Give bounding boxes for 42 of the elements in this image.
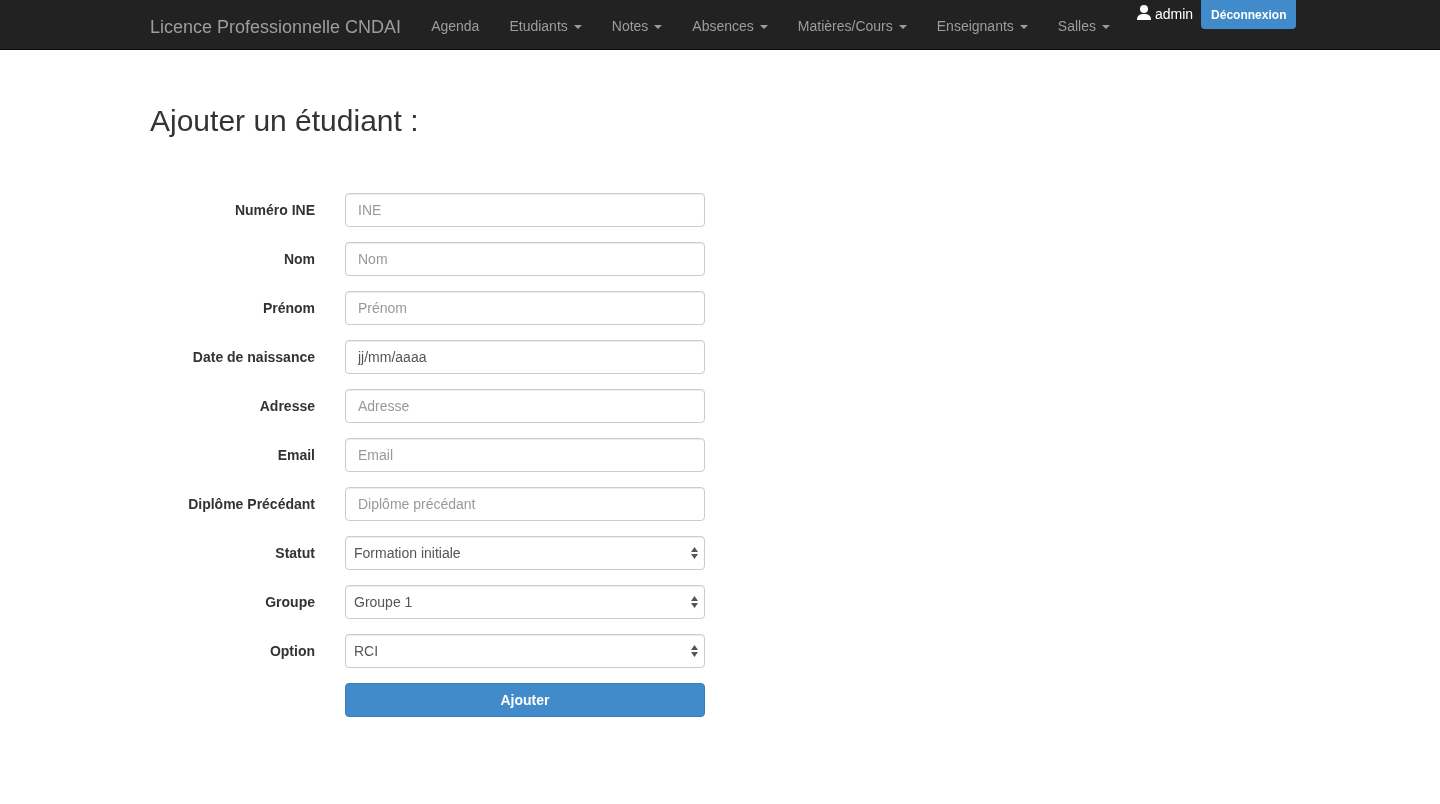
- user-icon: [1136, 5, 1151, 20]
- nav-menu-item[interactable]: Salles: [1042, 16, 1125, 37]
- field-label: Option: [268, 641, 315, 661]
- select-field[interactable]: Groupe 1: [345, 585, 705, 619]
- nav-menu-item[interactable]: Etudiants: [494, 16, 597, 37]
- field-label: Adresse: [258, 396, 315, 416]
- brand-title[interactable]: Licence Professionnelle CNDAI: [150, 14, 402, 41]
- caret-icon: [898, 24, 907, 29]
- select-field[interactable]: Formation initiale: [345, 536, 705, 570]
- nav-menu-item[interactable]: Agenda: [416, 16, 495, 37]
- input-field[interactable]: Prénom: [345, 291, 705, 325]
- field-label: Email: [276, 445, 315, 465]
- caret-icon: [654, 24, 663, 29]
- field-label: Nom: [282, 249, 315, 269]
- add-button[interactable]: Ajouter: [345, 683, 705, 717]
- nav-menu-item[interactable]: Absences: [677, 16, 783, 37]
- field-label: Groupe: [264, 592, 315, 612]
- field-label: Diplôme Précédant: [187, 494, 315, 514]
- input-field[interactable]: Adresse: [345, 389, 705, 423]
- field-label: Statut: [274, 543, 315, 563]
- caret-icon: [759, 24, 768, 29]
- field-label: Numéro INE: [233, 200, 315, 220]
- input-field[interactable]: INE: [345, 193, 705, 227]
- field-label: Date de naissance: [191, 347, 315, 367]
- input-field[interactable]: Nom: [345, 242, 705, 276]
- username: admin: [1154, 5, 1194, 24]
- input-field[interactable]: Email: [345, 438, 705, 472]
- nav-menu-item[interactable]: Matières/Cours: [782, 16, 922, 37]
- logout-button[interactable]: Déconnexion: [1201, 0, 1297, 29]
- input-field[interactable]: jj/mm/aaaa: [345, 340, 705, 374]
- caret-icon: [1019, 24, 1028, 29]
- caret-icon: [573, 24, 582, 29]
- input-field[interactable]: Diplôme précédant: [345, 487, 705, 521]
- up-down-arrows-icon: [691, 645, 698, 657]
- page-title: Ajouter un étudiant :: [150, 103, 420, 139]
- nav-menu-item[interactable]: Enseignants: [921, 16, 1043, 37]
- up-down-arrows-icon: [691, 547, 698, 559]
- select-field[interactable]: RCI: [345, 634, 705, 668]
- caret-icon: [1101, 24, 1110, 29]
- field-label: Prénom: [261, 298, 315, 318]
- up-down-arrows-icon: [691, 596, 698, 608]
- nav-menu-item[interactable]: Notes: [596, 16, 678, 37]
